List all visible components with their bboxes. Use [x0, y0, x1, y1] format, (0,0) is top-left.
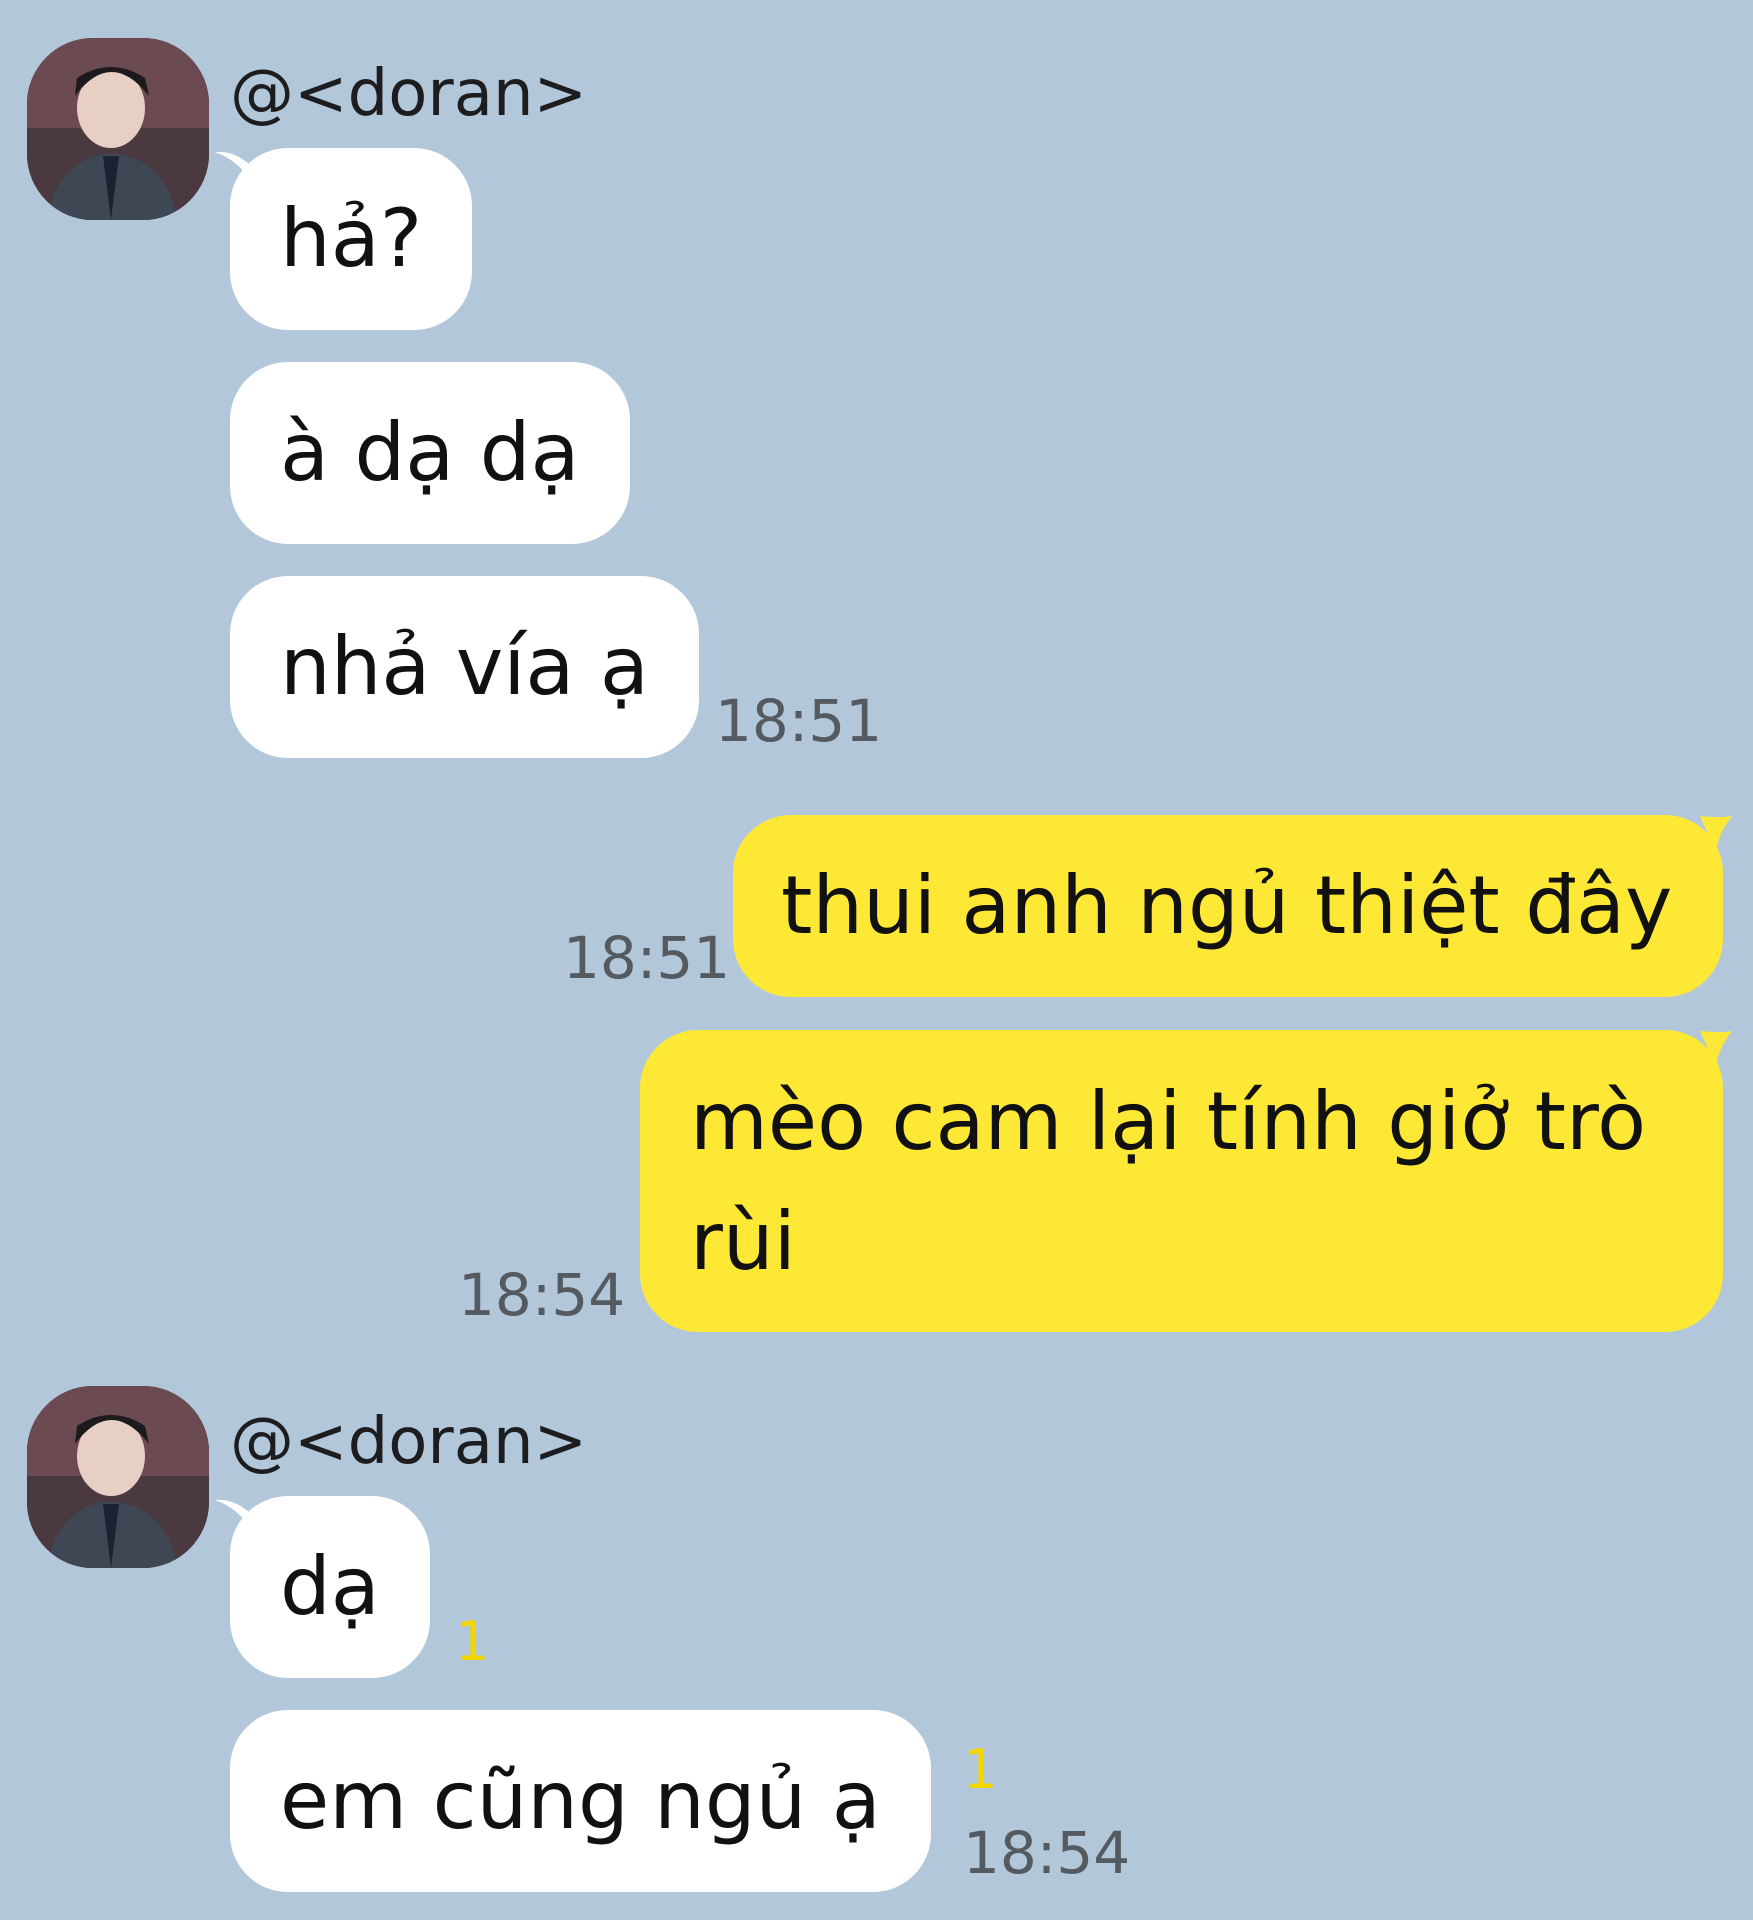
sender-avatar[interactable] — [27, 1386, 209, 1568]
sender-name: @<doran> — [230, 1405, 588, 1479]
sender-avatar[interactable] — [27, 38, 209, 220]
unread-count: 1 — [963, 1738, 998, 1801]
avatar-photo-icon — [27, 38, 209, 220]
message-text: thui anh ngủ thiệt đây — [781, 859, 1673, 952]
message-text: dạ — [280, 1540, 380, 1633]
incoming-message-bubble[interactable]: nhả vía ạ — [230, 576, 699, 758]
message-text: em cũng ngủ ạ — [280, 1754, 881, 1847]
message-timestamp: 18:54 — [963, 1819, 1131, 1887]
message-timestamp: 18:54 — [458, 1261, 626, 1329]
message-text: à dạ dạ — [280, 406, 580, 499]
unread-count: 1 — [455, 1610, 490, 1673]
incoming-message-bubble[interactable]: à dạ dạ — [230, 362, 630, 544]
message-text: nhả vía ạ — [280, 620, 649, 713]
incoming-message-bubble[interactable]: dạ — [230, 1496, 430, 1678]
message-timestamp: 18:51 — [715, 687, 883, 755]
bubble-tail-icon — [1700, 1031, 1732, 1067]
message-timestamp: 18:51 — [563, 924, 731, 992]
bubble-tail-icon — [1700, 816, 1732, 852]
avatar-photo-icon — [27, 1386, 209, 1568]
outgoing-message-bubble[interactable]: thui anh ngủ thiệt đây — [733, 815, 1723, 997]
outgoing-message-bubble[interactable]: mèo cam lại tính giở trò rùi — [640, 1030, 1723, 1332]
message-text: hả? — [280, 192, 423, 285]
sender-name: @<doran> — [230, 57, 588, 131]
incoming-message-bubble[interactable]: hả? — [230, 148, 473, 330]
incoming-message-bubble[interactable]: em cũng ngủ ạ — [230, 1710, 931, 1892]
message-text: mèo cam lại tính giở trò rùi — [690, 1075, 1647, 1288]
